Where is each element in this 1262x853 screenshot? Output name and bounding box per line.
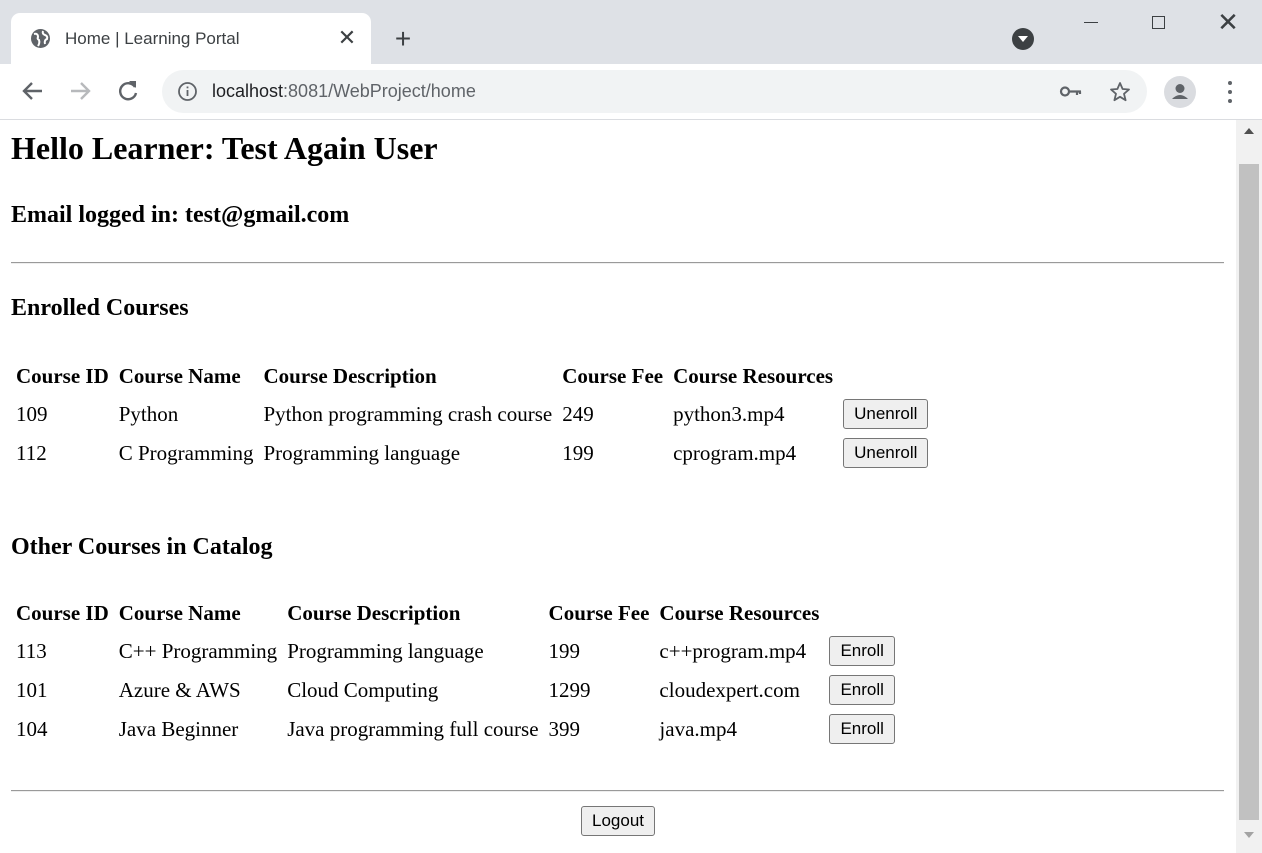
divider xyxy=(11,790,1224,792)
course-fee: 199 xyxy=(548,638,581,663)
back-arrow-icon[interactable] xyxy=(18,76,48,106)
unenroll-button[interactable]: Unenroll xyxy=(843,438,929,468)
course-description: Java programming full course xyxy=(287,716,539,741)
course-id: 101 xyxy=(16,677,48,702)
tab-close-icon[interactable]: ✕ xyxy=(335,27,359,51)
minimize-button[interactable] xyxy=(1076,8,1106,38)
course-id: 104 xyxy=(16,716,48,741)
email-heading: Email logged in: test@gmail.com xyxy=(11,202,350,228)
catalog-courses-title: Other Courses in Catalog xyxy=(11,534,273,560)
course-resource: java.mp4 xyxy=(659,716,737,741)
table-row: 112 C Programming Programming language 1… xyxy=(13,435,932,471)
url-text: localhost:8081/WebProject/home xyxy=(212,81,476,102)
course-name: Azure & AWS xyxy=(118,677,241,702)
divider xyxy=(11,262,1224,264)
page-content: Hello Learner: Test Again User Email log… xyxy=(0,120,1236,853)
action-cell: Enroll xyxy=(826,672,898,708)
col-header-course-id: Course ID xyxy=(16,364,109,388)
vertical-scrollbar[interactable] xyxy=(1236,120,1262,853)
forward-arrow-icon[interactable] xyxy=(65,76,95,106)
course-fee: 249 xyxy=(562,401,594,426)
table-row: 109 Python Python programming crash cour… xyxy=(13,396,932,432)
address-bar[interactable]: localhost:8081/WebProject/home xyxy=(162,70,1147,113)
catalog-courses-table: Course ID Course Name Course Description… xyxy=(10,594,902,750)
enroll-button[interactable]: Enroll xyxy=(829,714,895,744)
course-description: Programming language xyxy=(287,638,484,663)
col-header-course-description: Course Description xyxy=(263,364,437,388)
unenroll-button[interactable]: Unenroll xyxy=(843,399,929,429)
url-path: :8081/WebProject/home xyxy=(283,81,476,101)
enroll-button[interactable]: Enroll xyxy=(829,675,895,705)
course-description: Programming language xyxy=(263,440,461,465)
enrolled-courses-title: Enrolled Courses xyxy=(11,295,189,321)
star-icon[interactable] xyxy=(1108,80,1132,104)
table-row: 104 Java Beginner Java programming full … xyxy=(13,711,899,747)
col-header-course-name: Course Name xyxy=(118,601,241,625)
scrollbar-thumb[interactable] xyxy=(1239,164,1259,820)
col-header-course-resources: Course Resources xyxy=(673,364,834,388)
col-header-course-name: Course Name xyxy=(118,364,241,388)
greeting-heading: Hello Learner: Test Again User xyxy=(11,130,438,166)
course-resource: cloudexpert.com xyxy=(659,677,800,702)
enrolled-courses-table: Course ID Course Name Course Description… xyxy=(10,357,935,474)
course-fee: 399 xyxy=(548,716,581,741)
profile-avatar-icon[interactable] xyxy=(1164,76,1196,108)
col-header-action xyxy=(840,360,932,393)
col-header-course-id: Course ID xyxy=(16,601,109,625)
course-id: 113 xyxy=(16,638,47,663)
table-header-row: Course ID Course Name Course Description… xyxy=(13,360,932,393)
tab-search-icon[interactable] xyxy=(1012,28,1034,50)
course-fee: 1299 xyxy=(548,677,591,702)
globe-icon xyxy=(31,29,50,48)
reload-icon[interactable] xyxy=(113,76,143,106)
course-id: 109 xyxy=(16,401,48,426)
window-close-button[interactable]: ✕ xyxy=(1213,8,1243,38)
course-fee: 199 xyxy=(562,440,594,465)
page-viewport: Hello Learner: Test Again User Email log… xyxy=(0,120,1262,853)
course-resource: cprogram.mp4 xyxy=(673,440,797,465)
table-row: 113 C++ Programming Programming language… xyxy=(13,633,899,669)
logout-button[interactable]: Logout xyxy=(581,806,655,836)
action-cell: Enroll xyxy=(826,711,898,747)
col-header-course-fee: Course Fee xyxy=(562,364,664,388)
url-host: localhost xyxy=(212,81,284,101)
col-header-course-resources: Course Resources xyxy=(659,601,820,625)
col-header-action xyxy=(826,597,898,630)
course-name: C Programming xyxy=(118,440,254,465)
course-name: C++ Programming xyxy=(118,638,278,663)
new-tab-button[interactable]: + xyxy=(390,25,416,53)
browser-toolbar: localhost:8081/WebProject/home xyxy=(0,64,1262,120)
scroll-up-arrow-icon[interactable] xyxy=(1244,128,1254,134)
browser-tab[interactable]: Home | Learning Portal ✕ xyxy=(11,13,371,64)
course-resource: python3.mp4 xyxy=(673,401,785,426)
scroll-down-arrow-icon[interactable] xyxy=(1244,832,1254,838)
enroll-button[interactable]: Enroll xyxy=(829,636,895,666)
browser-title-bar: Home | Learning Portal ✕ + ✕ xyxy=(0,0,1262,64)
tab-title: Home | Learning Portal xyxy=(65,29,240,48)
course-resource: c++program.mp4 xyxy=(659,638,807,663)
action-cell: Unenroll xyxy=(840,435,932,471)
key-icon[interactable] xyxy=(1059,81,1083,102)
info-icon[interactable] xyxy=(177,81,198,102)
course-id: 112 xyxy=(16,440,47,465)
course-description: Cloud Computing xyxy=(287,677,439,702)
action-cell: Enroll xyxy=(826,633,898,669)
logout-container: Logout xyxy=(0,806,1236,836)
course-description: Python programming crash course xyxy=(263,401,553,426)
maximize-button[interactable] xyxy=(1144,8,1174,38)
col-header-course-description: Course Description xyxy=(287,601,461,625)
course-name: Java Beginner xyxy=(118,716,239,741)
table-row: 101 Azure & AWS Cloud Computing 1299 clo… xyxy=(13,672,899,708)
action-cell: Unenroll xyxy=(840,396,932,432)
col-header-course-fee: Course Fee xyxy=(548,601,650,625)
kebab-menu-icon[interactable] xyxy=(1218,79,1242,105)
table-header-row: Course ID Course Name Course Description… xyxy=(13,597,899,630)
course-name: Python xyxy=(118,401,179,426)
